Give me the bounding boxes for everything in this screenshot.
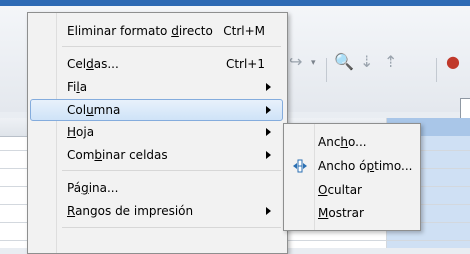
menu-item-label: Celdas... — [67, 57, 119, 71]
menu-item-clear-direct-formatting[interactable]: Eliminar formato directo Ctrl+M — [30, 20, 283, 42]
submenu-arrow-icon — [266, 128, 271, 136]
redo-icon[interactable]: ↪ — [289, 52, 302, 71]
toolbar-separator — [436, 58, 437, 82]
submenu-arrow-icon — [266, 83, 271, 91]
menu-item-label: Eliminar formato directo — [67, 24, 213, 38]
menu-item-merge-cells[interactable]: Combinar celdas — [30, 144, 283, 166]
menu-item-page[interactable]: Página... — [30, 177, 283, 199]
toolbar-separator — [326, 58, 327, 82]
context-menu: Eliminar formato directo Ctrl+M Celdas..… — [27, 12, 288, 254]
menu-separator — [62, 170, 281, 171]
menu-item-sheet[interactable]: Hoja — [30, 121, 283, 143]
sort-ascending-icon[interactable]: ⇣ — [360, 52, 373, 71]
find-replace-icon[interactable]: 🔍 — [334, 52, 354, 71]
chart-icon[interactable]: ● — [446, 52, 460, 71]
submenu-item-optimal-width[interactable]: Ancho óptimo... — [286, 155, 418, 177]
menu-separator — [62, 227, 281, 228]
menu-item-print-ranges[interactable]: Rangos de impresión — [30, 200, 283, 222]
menu-item-label: Ocultar — [318, 183, 362, 197]
menu-item-label: Columna — [67, 103, 121, 117]
menu-item-label: Combinar celdas — [67, 148, 168, 162]
submenu-arrow-icon — [266, 207, 271, 215]
sort-descending-icon[interactable]: ⇡ — [384, 52, 397, 71]
menu-item-label: Fila — [67, 80, 88, 94]
menu-separator — [62, 46, 281, 47]
menu-item-cells[interactable]: Celdas... Ctrl+1 — [30, 53, 283, 75]
menu-item-column[interactable]: Columna — [30, 99, 283, 121]
optimal-width-icon — [293, 159, 307, 173]
submenu-item-width[interactable]: Ancho... — [286, 131, 418, 153]
menu-item-label: Ancho... — [318, 135, 367, 149]
menu-item-label: Mostrar — [318, 206, 364, 220]
menu-item-label: Rangos de impresión — [67, 204, 194, 218]
column-submenu: Ancho... Ancho óptimo... Ocultar Mostrar — [283, 123, 421, 231]
submenu-item-hide[interactable]: Ocultar — [286, 179, 418, 201]
menu-item-row[interactable]: Fila — [30, 76, 283, 98]
redo-dropdown-icon[interactable]: ▾ — [311, 58, 316, 68]
menu-item-shortcut: Ctrl+M — [223, 24, 265, 38]
menu-item-label: Página... — [67, 181, 119, 195]
submenu-item-show[interactable]: Mostrar — [286, 202, 418, 224]
submenu-arrow-icon — [266, 151, 271, 159]
menu-item-label: Hoja — [67, 125, 95, 139]
submenu-arrow-icon — [266, 106, 271, 114]
menu-item-shortcut: Ctrl+1 — [225, 57, 265, 71]
menu-item-label: Ancho óptimo... — [318, 159, 413, 173]
